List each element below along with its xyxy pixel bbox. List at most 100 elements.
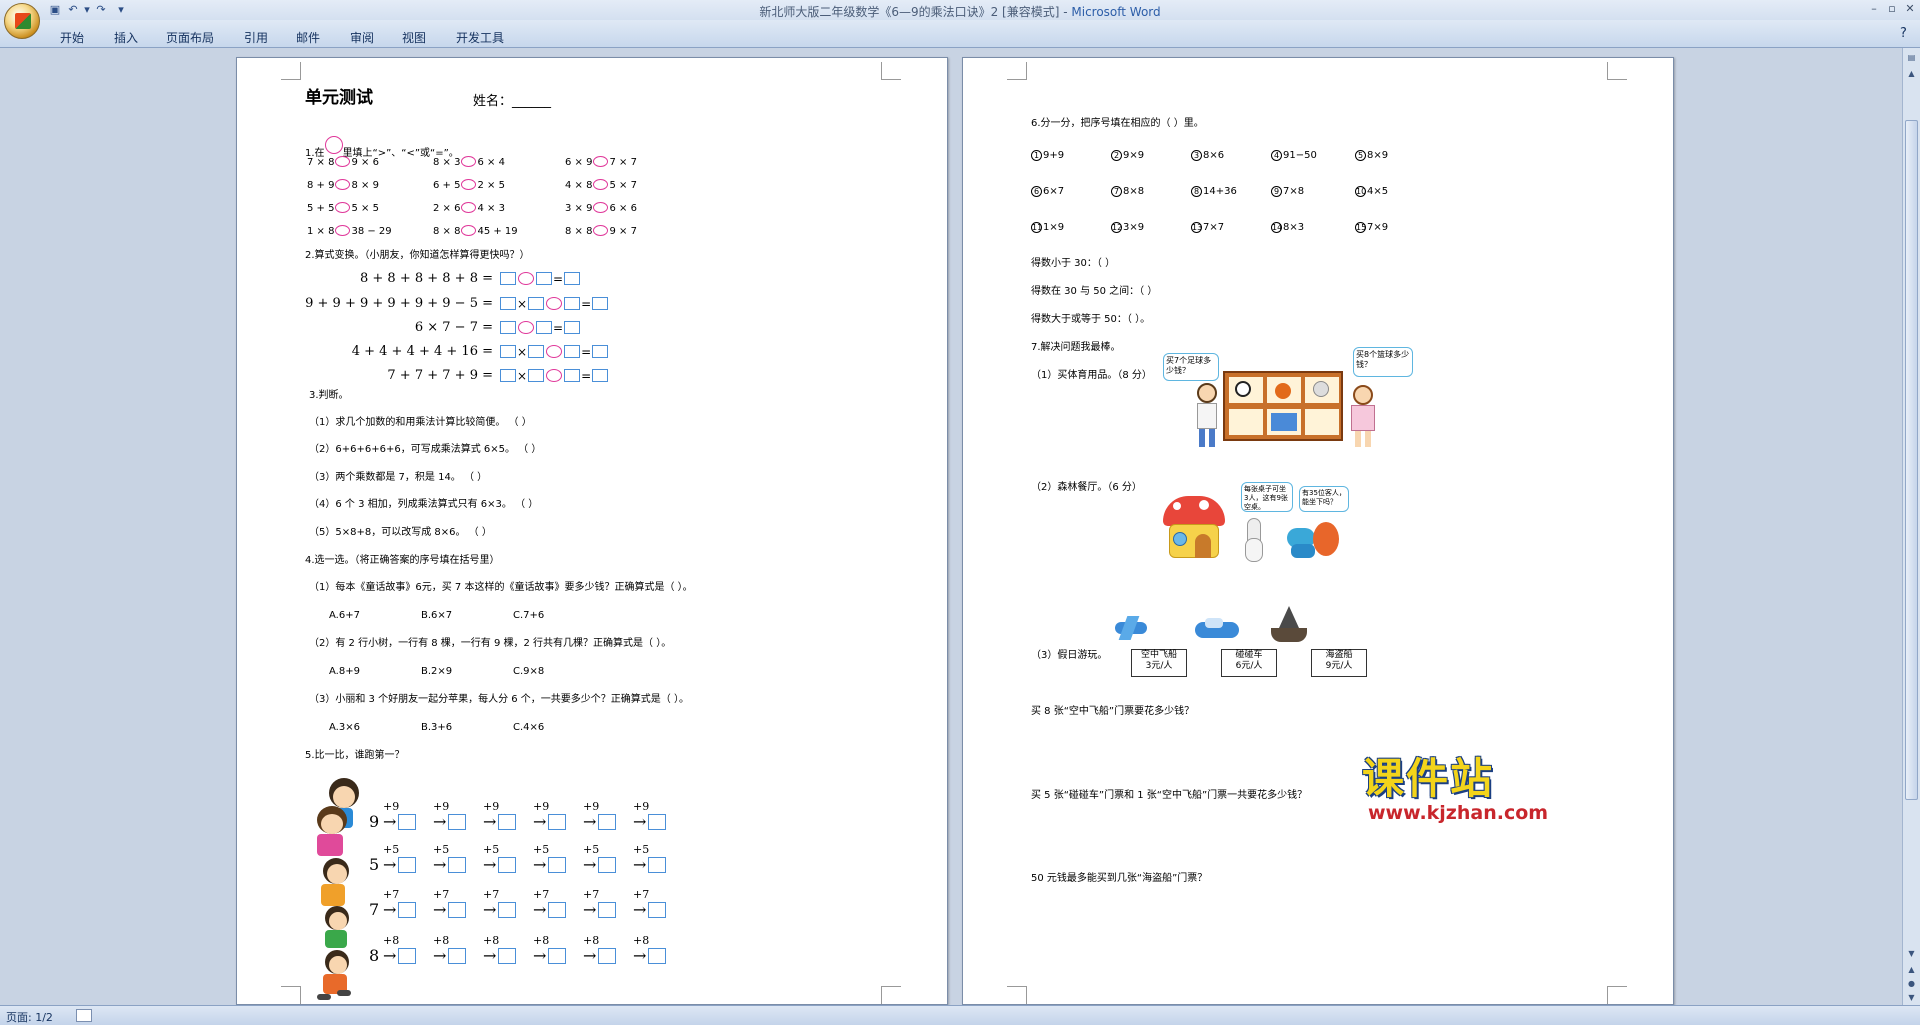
proofing-icon[interactable] [76, 1009, 92, 1022]
scroll-down-icon[interactable]: ▼ [1905, 948, 1918, 960]
answer-box[interactable] [564, 321, 581, 334]
answer-box[interactable] [648, 814, 667, 830]
tab-home[interactable]: 开始 [60, 29, 84, 46]
answer-box[interactable] [448, 857, 467, 873]
answer-box[interactable] [528, 345, 545, 358]
answer-box[interactable] [528, 369, 545, 382]
minimize-icon[interactable]: – [1866, 2, 1882, 16]
answer-box[interactable] [648, 857, 667, 873]
answer-box[interactable] [498, 902, 517, 918]
document-page-1: 单元测试 姓名：______ 1.在 里填上“>”、“<”或“=”。 7 × 89… [236, 57, 948, 1005]
operator-circle[interactable] [546, 369, 563, 382]
compare-oval[interactable] [461, 202, 477, 213]
answer-box[interactable] [564, 345, 581, 358]
save-icon[interactable]: ▣ [48, 3, 62, 16]
ruler-toggle-icon[interactable]: ▤ [1905, 52, 1918, 64]
answer-box[interactable] [564, 272, 581, 285]
q6-item: 157×9 [1355, 222, 1389, 233]
scroll-up-icon[interactable]: ▲ [1905, 68, 1918, 80]
answer-box[interactable] [598, 857, 617, 873]
answer-box[interactable] [548, 948, 567, 964]
answer-box[interactable] [500, 272, 516, 285]
answer-box[interactable] [500, 321, 516, 334]
answer-box[interactable] [592, 345, 609, 358]
tab-review[interactable]: 审阅 [350, 29, 374, 46]
answer-box[interactable] [500, 345, 516, 358]
operator-circle[interactable] [546, 297, 563, 310]
undo-dropdown-icon[interactable]: ▾ [80, 3, 94, 16]
answer-box[interactable] [598, 948, 617, 964]
answer-box[interactable] [398, 814, 417, 830]
customize-qat-icon[interactable]: ▾ [114, 3, 128, 16]
answer-box[interactable] [398, 857, 417, 873]
answer-box[interactable] [564, 369, 581, 382]
answer-box[interactable] [592, 297, 609, 310]
ticket-bumper-car: 碰碰车 6元/人 [1221, 649, 1277, 677]
compare-oval[interactable] [461, 179, 477, 190]
answer-box[interactable] [500, 297, 516, 310]
answer-box[interactable] [548, 857, 567, 873]
answer-box[interactable] [564, 297, 581, 310]
compare-oval[interactable] [335, 225, 351, 236]
answer-box[interactable] [498, 814, 517, 830]
answer-box[interactable] [398, 902, 417, 918]
answer-box[interactable] [598, 814, 617, 830]
compare-oval[interactable] [461, 225, 477, 236]
item-number: 5 [1355, 150, 1366, 161]
answer-box[interactable] [592, 369, 609, 382]
compare-oval[interactable] [593, 156, 609, 167]
compare-oval[interactable] [593, 179, 609, 190]
compare-oval[interactable] [335, 202, 351, 213]
item-number: 10 [1355, 186, 1367, 197]
answer-box[interactable] [536, 321, 552, 334]
answer-box[interactable] [548, 814, 567, 830]
answer-box[interactable] [528, 297, 545, 310]
next-page-icon[interactable]: ▼ [1905, 992, 1918, 1004]
answer-box[interactable] [448, 902, 467, 918]
answer-box[interactable] [648, 902, 667, 918]
answer-box[interactable] [648, 948, 667, 964]
answer-box[interactable] [448, 814, 467, 830]
vertical-scrollbar[interactable]: ▤ ▲ ▼ ▲ ● ▼ [1902, 48, 1920, 1005]
compare-oval[interactable] [593, 202, 609, 213]
tab-developer[interactable]: 开发工具 [456, 29, 504, 46]
tab-references[interactable]: 引用 [244, 29, 268, 46]
operator-circle[interactable] [518, 272, 534, 285]
tab-view[interactable]: 视图 [402, 29, 426, 46]
scroll-thumb[interactable] [1905, 120, 1918, 800]
tab-page-layout[interactable]: 页面布局 [166, 29, 214, 46]
compare-oval[interactable] [335, 156, 351, 167]
answer-box[interactable] [498, 857, 517, 873]
answer-box[interactable] [498, 948, 517, 964]
answer-box[interactable] [598, 902, 617, 918]
undo-icon[interactable]: ↶ [66, 3, 80, 16]
answer-box[interactable] [448, 948, 467, 964]
q5-chain-row: 8 +8 → +8 → +8 → +8 → +8 → +8 → [369, 934, 683, 965]
answer-box[interactable] [536, 272, 552, 285]
q2-answer-boxes: = [499, 320, 581, 337]
compare-oval[interactable] [593, 225, 609, 236]
answer-box[interactable] [548, 902, 567, 918]
restore-icon[interactable]: ▫ [1884, 2, 1900, 16]
chain-start: 9 [369, 812, 380, 831]
previous-page-icon[interactable]: ▲ [1905, 964, 1918, 976]
close-icon[interactable]: ✕ [1902, 2, 1918, 16]
compare-oval[interactable] [461, 156, 477, 167]
compare-oval[interactable] [335, 179, 351, 190]
compare-item: 6 + 52 × 5 [433, 179, 505, 191]
answer-box[interactable] [398, 948, 417, 964]
page-count[interactable]: 页面: 1/2 [6, 1009, 53, 1025]
compare-item: 5 + 55 × 5 [307, 202, 379, 214]
name-label: 姓名：______ [473, 94, 552, 109]
operator-circle[interactable] [518, 321, 534, 334]
operator-circle[interactable] [546, 345, 563, 358]
tab-mailings[interactable]: 邮件 [296, 29, 320, 46]
office-button[interactable] [4, 3, 40, 39]
help-icon[interactable]: ? [1900, 26, 1907, 41]
arrow-icon: → [633, 812, 647, 831]
answer-box[interactable] [500, 369, 516, 382]
browse-object-icon[interactable]: ● [1905, 978, 1918, 990]
redo-icon[interactable]: ↷ [94, 3, 108, 16]
tab-insert[interactable]: 插入 [114, 29, 138, 46]
compare-item: 8 × 36 × 4 [433, 156, 505, 168]
